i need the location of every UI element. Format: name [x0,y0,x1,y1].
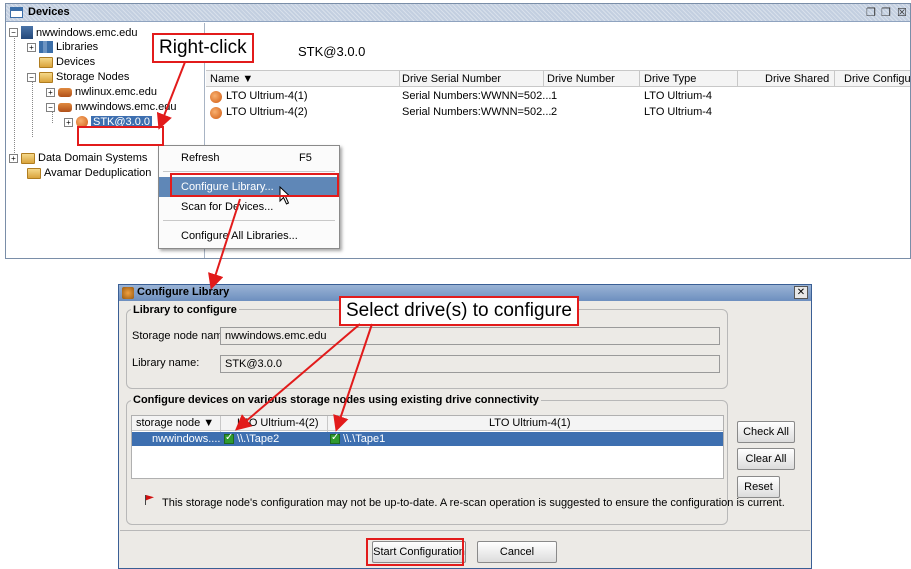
annotation-arrows [156,61,373,432]
